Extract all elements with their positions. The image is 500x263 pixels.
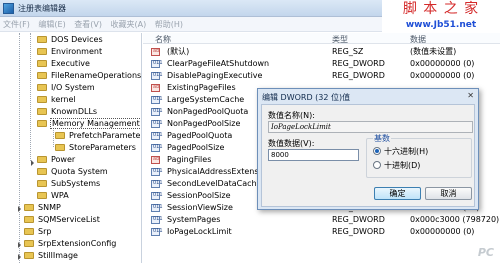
close-icon[interactable]: ✕ bbox=[467, 91, 474, 100]
binary-value-icon: 011 bbox=[151, 204, 163, 212]
value-data-label: 数值数据(V): bbox=[268, 139, 315, 148]
folder-icon bbox=[24, 252, 34, 259]
menu-edit[interactable]: 编辑(E) bbox=[35, 17, 68, 32]
dialog-title: 编辑 DWORD (32 位)值 bbox=[262, 93, 351, 102]
folder-icon bbox=[37, 180, 47, 187]
expand-arrow-icon[interactable] bbox=[31, 160, 34, 166]
folder-icon bbox=[37, 168, 47, 175]
folder-icon bbox=[37, 156, 47, 163]
value-data-input[interactable]: 8000 bbox=[268, 149, 359, 161]
list-row[interactable]: 011 IoPageLockLimit REG_DWORD 0x00000000 (0… bbox=[143, 226, 500, 237]
window-title: 注册表编辑器 bbox=[18, 4, 66, 13]
column-header-data[interactable]: 数据 bbox=[410, 34, 426, 45]
string-value-icon: ab bbox=[151, 84, 160, 92]
hex-radio-label[interactable]: 十六进制(H) bbox=[384, 146, 428, 157]
list-row[interactable]: 011 ClearPageFileAtShutdown REG_DWORD 0x000… bbox=[143, 58, 500, 69]
tree-guide-line bbox=[19, 33, 20, 263]
registry-tree: DOS Devices Environment Executive FileRe… bbox=[0, 33, 142, 263]
column-header-type[interactable]: 类型 bbox=[332, 34, 348, 45]
folder-icon bbox=[37, 108, 47, 115]
folder-icon bbox=[24, 240, 34, 247]
edit-dword-dialog: 编辑 DWORD (32 位)值 ✕ 数值名称(N): IoPageLockLi… bbox=[257, 88, 479, 210]
regedit-icon bbox=[3, 3, 14, 14]
folder-icon bbox=[37, 84, 47, 91]
folder-icon bbox=[24, 204, 34, 211]
dec-radio-label[interactable]: 十进制(D) bbox=[384, 160, 420, 171]
ok-button[interactable]: 确定 bbox=[374, 187, 421, 200]
watermark-line2: www.Jb51.net bbox=[405, 20, 477, 30]
binary-value-icon: 011 bbox=[151, 108, 163, 116]
binary-value-icon: 011 bbox=[151, 96, 163, 104]
binary-value-icon: 011 bbox=[151, 168, 163, 176]
binary-value-icon: 011 bbox=[151, 144, 163, 152]
dec-radio[interactable] bbox=[373, 161, 381, 169]
folder-open-icon bbox=[37, 120, 47, 127]
folder-icon bbox=[24, 216, 34, 223]
expand-arrow-icon[interactable] bbox=[18, 206, 21, 212]
folder-icon bbox=[37, 192, 47, 199]
folder-icon bbox=[37, 96, 47, 103]
menu-help[interactable]: 帮助(H) bbox=[152, 17, 186, 32]
column-header-name[interactable]: 名称 bbox=[155, 34, 171, 45]
tree-guide-line bbox=[53, 128, 54, 147]
folder-icon bbox=[37, 60, 47, 67]
base-group: 基数 十六进制(H) 十进制(D) bbox=[366, 133, 472, 178]
corner-watermark: PC bbox=[477, 246, 494, 259]
menu-favorites[interactable]: 收藏夹(A) bbox=[108, 17, 150, 32]
list-row[interactable]: ab (默认) REG_SZ (数值未设置) bbox=[143, 46, 500, 57]
expand-arrow-icon[interactable] bbox=[18, 254, 21, 260]
binary-value-icon: 011 bbox=[151, 180, 163, 188]
menu-view[interactable]: 查看(V) bbox=[71, 17, 105, 32]
value-name-field[interactable]: IoPageLockLimit bbox=[268, 121, 473, 133]
binary-value-icon: 011 bbox=[151, 72, 163, 80]
watermark-line1: 脚 本 之 家 bbox=[402, 1, 480, 17]
folder-icon bbox=[24, 228, 34, 235]
folder-icon bbox=[37, 72, 47, 79]
binary-value-icon: 011 bbox=[151, 192, 163, 200]
value-name-label: 数值名称(N): bbox=[268, 111, 315, 120]
string-value-icon: ab bbox=[151, 156, 160, 164]
binary-value-icon: 011 bbox=[151, 120, 163, 128]
folder-icon bbox=[37, 48, 47, 55]
menu-bar: 文件(F) 编辑(E) 查看(V) 收藏夹(A) 帮助(H) bbox=[0, 17, 382, 32]
tree-guide-line bbox=[30, 33, 31, 161]
folder-icon bbox=[55, 144, 65, 151]
list-row[interactable]: 011 DisablePagingExecutive REG_DWORD 0x0000… bbox=[143, 70, 500, 81]
list-header: 名称 类型 数据 bbox=[143, 33, 500, 44]
dialog-body: 数值名称(N): IoPageLockLimit 数值数据(V): 8000 基… bbox=[261, 104, 475, 207]
binary-value-icon: 011 bbox=[151, 132, 163, 140]
cancel-button[interactable]: 取消 bbox=[425, 187, 472, 200]
folder-icon bbox=[55, 132, 65, 139]
string-value-icon: ab bbox=[151, 48, 160, 56]
binary-value-icon: 011 bbox=[151, 60, 163, 68]
folder-icon bbox=[37, 36, 47, 43]
list-row[interactable]: 011 SystemPages REG_DWORD 0x000c3000 (79872… bbox=[143, 214, 500, 225]
hex-radio[interactable] bbox=[373, 147, 381, 155]
binary-value-icon: 011 bbox=[151, 228, 163, 236]
base-legend: 基数 bbox=[373, 133, 391, 144]
menu-file[interactable]: 文件(F) bbox=[0, 17, 33, 32]
expand-arrow-icon[interactable] bbox=[18, 242, 21, 248]
binary-value-icon: 011 bbox=[151, 216, 163, 224]
